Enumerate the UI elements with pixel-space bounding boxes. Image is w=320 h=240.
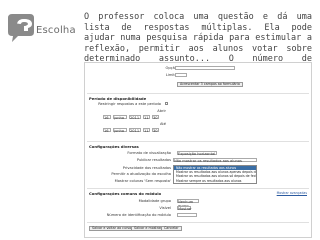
until-year-select[interactable]: 2011 [129,128,141,133]
open-minute-select[interactable]: 30 [152,115,159,120]
open-year-select[interactable]: 2011 [129,115,141,120]
open-hour-select[interactable]: 11 [143,115,150,120]
show-advanced-link[interactable]: Mostrar avançadas [277,191,307,195]
save-return-button[interactable]: Salvar e voltar ao curso [89,226,135,231]
divider [87,141,309,142]
open-month-select[interactable]: junho [113,115,127,120]
dropdown-option[interactable]: Mostrar sempre os resultados aos alunos [174,179,256,183]
group-mode-select[interactable]: Nenhum grupo [177,199,199,208]
restrict-checkbox[interactable] [165,102,168,105]
choice-settings-form: Opção Limite Acrescentar 3 campos ao for… [84,62,312,238]
divider [87,222,309,223]
divider [87,188,309,189]
open-day-select[interactable]: 16 [103,115,111,120]
publish-select[interactable]: Não mostrar os resultados aos alunos [173,158,257,163]
module-name: Escolha [36,25,76,36]
limit-input[interactable] [175,73,187,77]
until-minute-select[interactable]: 30 [152,128,159,133]
availability-section-title: Período de disponibilidade [89,96,147,101]
until-hour-select[interactable]: 11 [143,128,150,133]
add-fields-button[interactable]: Acrescentar 3 campos ao formulário [177,82,243,87]
misc-section-title: Configurações diversas [89,144,139,149]
group-mode-label: Modalidade grupo [138,199,171,203]
cancel-button[interactable]: Cancelar [161,226,182,231]
privacy-label: Privacidade dos resultados [122,166,171,170]
idnumber-input[interactable] [177,213,197,217]
restrict-label: Restringir respostas a este período [98,102,161,106]
idnumber-label: Número de identificação do módulo [106,213,171,217]
visible-label: Visível [159,206,171,210]
until-month-select[interactable]: junho [113,128,127,133]
publish-dropdown-list[interactable]: Não mostrar os resultados aos alunos Mos… [173,165,257,184]
display-mode-select[interactable]: Exposição horizontal [177,151,217,156]
publish-label: Publicar resultados [136,158,171,162]
common-section-title: Configurações comuns do módulo [89,191,162,196]
dropdown-option[interactable]: Mostrar os resultados aos alunos só depo… [174,174,256,178]
allow-update-label: Permitir a atualização da escolha [111,172,171,176]
open-label: Abrir [157,109,166,113]
option-input[interactable] [175,66,235,70]
display-mode-label: Formato de visualização [127,151,171,155]
save-show-button[interactable]: Salvar e mostrar [131,226,165,231]
divider [87,93,309,94]
until-label: Até [159,122,166,126]
show-unanswered-label: Mostrar colunas 'Sem resposta' [114,179,171,183]
until-day-select[interactable]: 16 [103,128,111,133]
visible-select[interactable]: Mostrar [177,206,192,211]
